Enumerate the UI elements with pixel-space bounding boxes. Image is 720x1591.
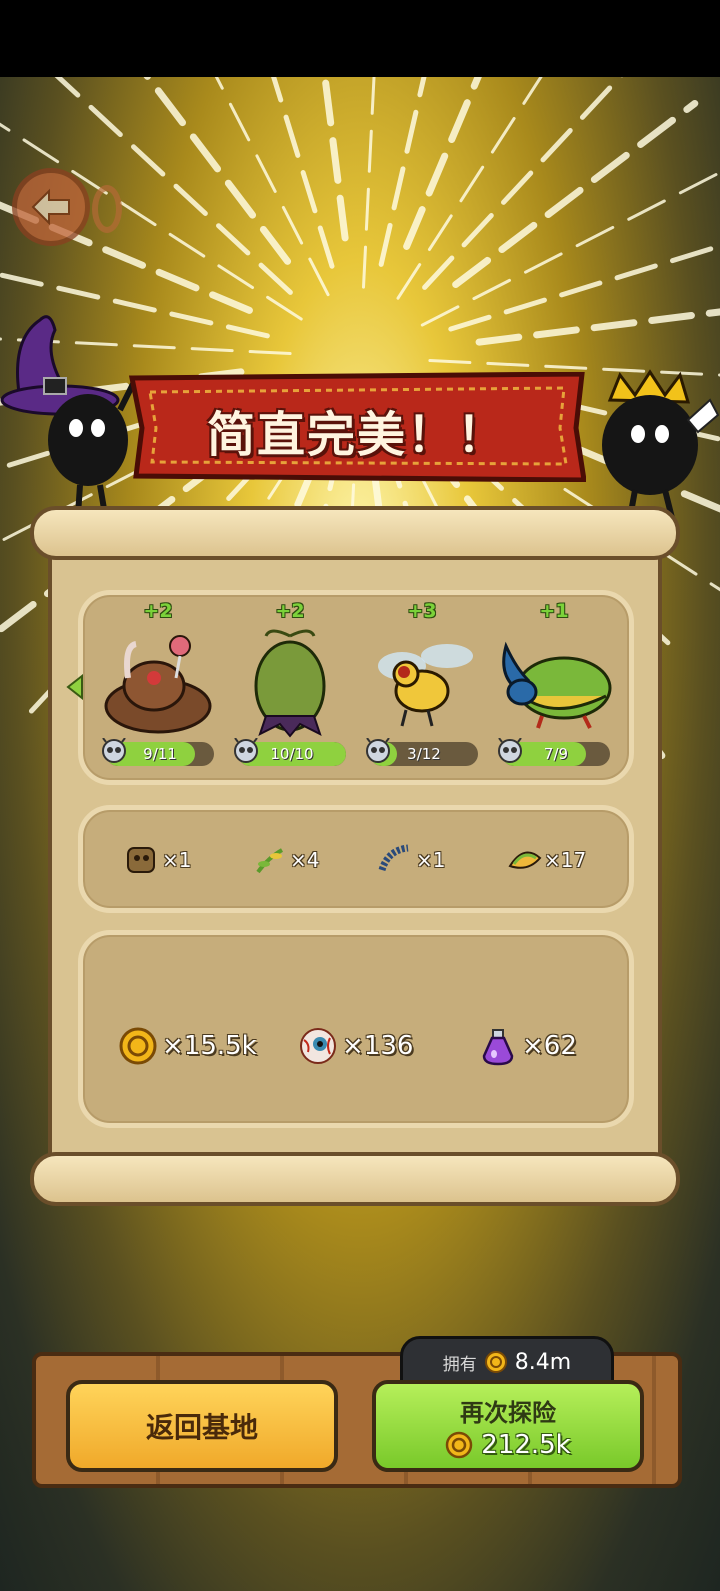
currency-item: ×15.5k: [118, 1024, 257, 1068]
owned-label: 拥有: [442, 1354, 477, 1375]
skull-icon: [498, 738, 522, 763]
light-ray: [452, 99, 699, 289]
back-button[interactable]: [12, 168, 90, 246]
material-item: ×4: [252, 842, 319, 878]
light-ray: [214, 77, 330, 297]
witch-character: [0, 315, 138, 516]
yellow-fly-monster-icon: [378, 644, 473, 727]
currency-qty: ×62: [522, 1031, 577, 1061]
banner-title: 简直完美！！: [206, 407, 507, 463]
ring-decoration: [92, 185, 122, 233]
skull-icon: [102, 738, 126, 763]
material-item: ×1: [378, 842, 445, 878]
light-ray: [361, 77, 376, 289]
green-egg-pod-monster-icon: [254, 629, 326, 738]
light-ray: [420, 170, 720, 327]
gold-coin-icon: [446, 1431, 473, 1458]
plant-sprout-icon: [256, 848, 284, 874]
game-screen: 简直完美！！ +2 9/11 +2 10/10 +3 3/12 +1 7/9 ×1 ×4 ×1 ×1…: [0, 0, 720, 1591]
explore-cost: 212.5k: [481, 1429, 571, 1460]
king-character: [602, 369, 720, 519]
light-ray: [422, 77, 624, 290]
centipede-icon: [378, 844, 409, 872]
currency-qty: ×15.5k: [162, 1031, 257, 1061]
material-qty: ×1: [416, 848, 446, 872]
gold-coin-icon: [119, 1027, 157, 1065]
material-qty: ×17: [544, 848, 587, 872]
skull-icon: [366, 738, 390, 763]
explore-again-button[interactable]: 再次探险 212.5k: [372, 1380, 644, 1472]
material-qty: ×4: [290, 848, 320, 872]
purple-potion-icon: [482, 1029, 514, 1066]
explore-again-label: 再次探险: [460, 1398, 556, 1427]
shell-fragment-icon: [127, 847, 155, 873]
scroll-top-rod: [30, 506, 680, 560]
currency-item: ×136: [298, 1024, 413, 1068]
eyeball-icon: [300, 1028, 336, 1064]
back-arrow-icon: [31, 188, 70, 226]
skull-icon: [234, 738, 258, 763]
monster-card[interactable]: +3 3/12: [362, 600, 482, 790]
rhino-beetle-monster-icon: [502, 641, 612, 729]
light-ray: [448, 243, 720, 332]
owned-value: 8.4m: [514, 1349, 572, 1375]
monster-card[interactable]: +2 10/10: [230, 600, 350, 790]
gold-coin-icon: [484, 1351, 507, 1373]
monster-card[interactable]: +1 7/9: [494, 600, 614, 790]
left-arrow-icon[interactable]: [66, 674, 84, 700]
return-base-button[interactable]: 返回基地: [66, 1380, 338, 1472]
status-bar: [0, 0, 720, 77]
candy-slime-monster-icon: [104, 635, 212, 734]
material-qty: ×1: [162, 848, 192, 872]
light-ray: [378, 77, 427, 267]
currency-item: ×62: [478, 1024, 577, 1068]
material-item: ×17: [506, 842, 586, 878]
monster-card[interactable]: +2 9/11: [98, 600, 218, 790]
light-ray: [403, 77, 482, 250]
currency-qty: ×136: [342, 1031, 414, 1061]
scroll-bottom-rod: [30, 1152, 680, 1206]
material-item: ×1: [124, 842, 191, 878]
melon-slice-icon: [508, 851, 542, 869]
return-base-label: 返回基地: [145, 1411, 258, 1444]
